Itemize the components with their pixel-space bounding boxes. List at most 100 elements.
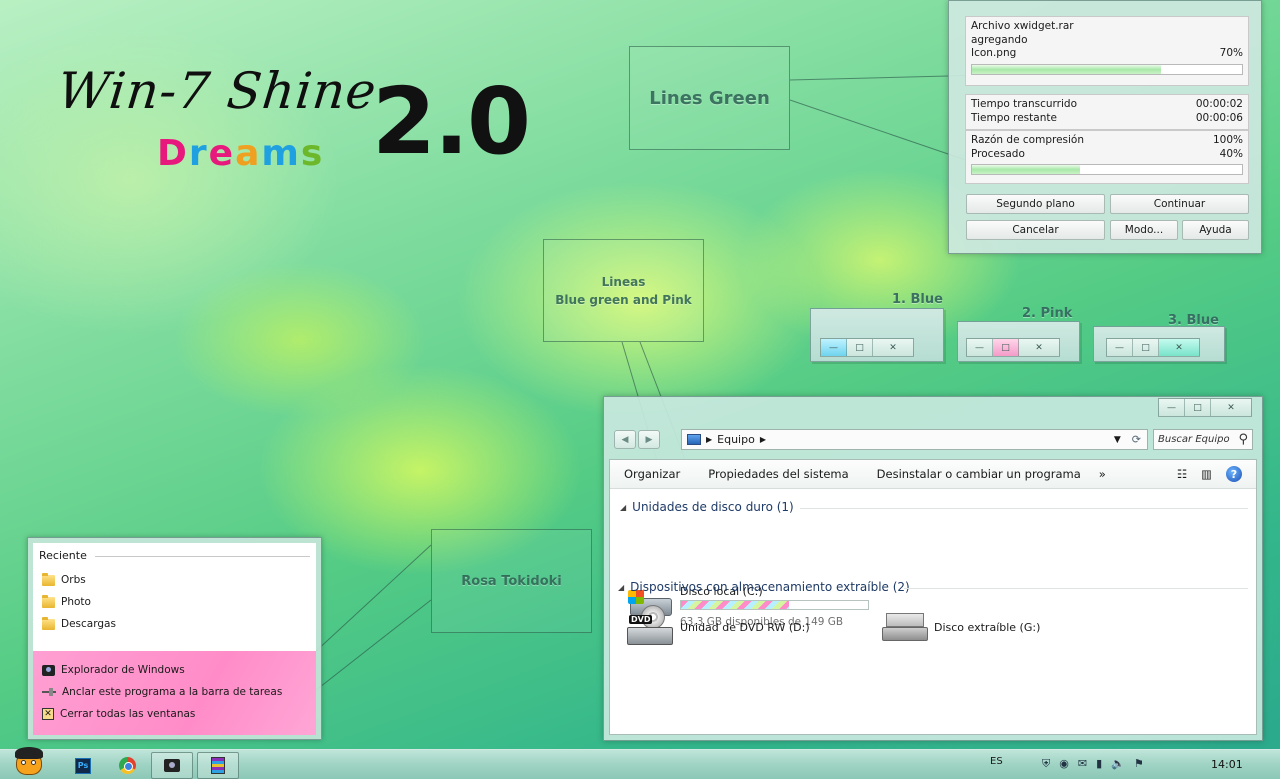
time-panel: Tiempo transcurrido 00:00:02 Tiempo rest… <box>965 94 1249 130</box>
system-properties-button[interactable]: Propiedades del sistema <box>694 467 862 481</box>
search-icon[interactable]: ⚲ <box>1238 432 1248 447</box>
breadcrumb-separator-icon[interactable]: ▶ <box>706 435 712 444</box>
breadcrumb-separator-icon[interactable]: ▶ <box>760 435 766 444</box>
group-divider <box>904 588 1248 589</box>
file-percent: 70% <box>1219 47 1243 59</box>
annotation-text: Rosa Tokidoki <box>461 573 562 589</box>
close-icon[interactable]: ✕ <box>1211 399 1251 416</box>
group-divider <box>800 508 1248 509</box>
group-removable-header[interactable]: ◢ Dispositivos con almacenamiento extraí… <box>618 580 910 594</box>
drive-bottom <box>882 627 928 641</box>
close-icon[interactable]: ✕ <box>1019 339 1059 356</box>
forward-arrow-icon[interactable]: ▶ <box>638 430 660 449</box>
task-close-all-windows[interactable]: ✕ Cerrar todas las ventanas <box>42 705 195 723</box>
continue-button[interactable]: Continuar <box>1110 194 1249 214</box>
title-dreams: Dreams <box>157 134 324 174</box>
recent-item-descargas[interactable]: Descargas <box>42 615 116 633</box>
taskbar-winrar[interactable] <box>197 752 239 779</box>
search-input[interactable]: Buscar Equipo <box>1158 434 1230 445</box>
drive-c-usage-bar <box>680 600 869 610</box>
cancel-button[interactable]: Cancelar <box>966 220 1105 240</box>
compression-progress-dialog: Archivo xwidget.rar agregando Icon.png 7… <box>948 0 1262 254</box>
task-pin-to-taskbar[interactable]: Anclar este programa a la barra de tarea… <box>42 683 282 701</box>
folder-icon <box>42 594 55 608</box>
preview-pane-icon[interactable]: ▥ <box>1201 467 1212 481</box>
dreams-letter: e <box>208 133 236 174</box>
jump-list-body: Reciente Orbs Photo Descargas Explorador… <box>33 543 316 735</box>
dvd-label: DVD <box>629 615 653 624</box>
removable-drive-icon[interactable] <box>882 613 928 643</box>
action-center-flag-icon[interactable]: ⚑ <box>1134 757 1144 771</box>
variant-buttons-2: — □ ✕ <box>966 338 1060 357</box>
back-arrow-icon[interactable]: ◀ <box>614 430 636 449</box>
maximize-icon[interactable]: □ <box>993 339 1019 356</box>
more-commands-icon[interactable]: » <box>1095 467 1110 481</box>
refresh-icon[interactable]: ⟳ <box>1126 433 1147 446</box>
recent-item-photo[interactable]: Photo <box>42 593 91 611</box>
taskbar-explorer[interactable] <box>151 752 193 779</box>
minimize-icon[interactable]: — <box>967 339 993 356</box>
dreams-letter: r <box>188 133 209 174</box>
dvd-drive-icon[interactable]: DVD <box>627 605 673 647</box>
search-box[interactable]: Buscar Equipo ⚲ <box>1153 429 1253 450</box>
language-indicator[interactable]: ES <box>990 756 1003 767</box>
navigation-buttons: ◀ ▶ <box>614 430 660 449</box>
drive-c-usage-fill <box>681 601 789 609</box>
background-button[interactable]: Segundo plano <box>966 194 1105 214</box>
dreams-letter: D <box>157 133 189 174</box>
close-icon[interactable]: ✕ <box>1159 339 1199 356</box>
annotation-text: Blue green and Pink <box>555 292 692 307</box>
minimize-icon[interactable]: — <box>1159 399 1185 416</box>
uninstall-program-button[interactable]: Desinstalar o cambiar un programa <box>863 467 1095 481</box>
address-bar[interactable]: ▶ Equipo ▶ ▼ ⟳ <box>681 429 1148 450</box>
network-icon[interactable]: ▮ <box>1096 757 1102 771</box>
recent-item-label: Orbs <box>61 574 86 586</box>
collapse-arrow-icon[interactable]: ◢ <box>620 503 626 512</box>
recent-item-orbs[interactable]: Orbs <box>42 571 86 589</box>
volume-icon[interactable]: 🔈 <box>1111 757 1125 771</box>
maximize-icon[interactable]: □ <box>1133 339 1159 356</box>
clock[interactable]: 14:01 <box>1211 758 1243 771</box>
processed-progress-bar <box>971 164 1243 175</box>
file-progress-fill <box>972 64 1161 74</box>
annotation-text: Lineas <box>601 274 646 289</box>
variant-label-1: 1. Blue <box>892 292 943 307</box>
drive-d-name[interactable]: Unidad de DVD RW (D:) <box>680 621 810 634</box>
dreams-letter: m <box>261 133 301 174</box>
breadcrumb-equipo[interactable]: Equipo <box>717 433 755 446</box>
close-icon[interactable]: ✕ <box>873 339 913 356</box>
mode-button[interactable]: Modo... <box>1110 220 1178 240</box>
drive-g-name[interactable]: Disco extraíble (G:) <box>934 621 1040 634</box>
ratio-panel: Razón de compresión 100% Procesado 40% <box>965 130 1249 184</box>
messenger-icon[interactable]: ✉ <box>1078 757 1087 771</box>
minimize-icon[interactable]: — <box>1107 339 1133 356</box>
explorer-icon <box>164 759 180 772</box>
address-dropdown-icon[interactable]: ▼ <box>1114 435 1121 445</box>
elapsed-value: 00:00:02 <box>1195 98 1243 110</box>
task-windows-explorer[interactable]: Explorador de Windows <box>42 661 185 679</box>
task-label: Anclar este programa a la barra de tarea… <box>62 686 283 698</box>
help-button[interactable]: Ayuda <box>1182 220 1249 240</box>
maximize-icon[interactable]: □ <box>847 339 873 356</box>
group-hard-drives[interactable]: ◢ Unidades de disco duro (1) <box>620 500 794 514</box>
header-divider <box>95 556 310 557</box>
organize-button[interactable]: Organizar <box>610 467 694 481</box>
help-icon[interactable]: ? <box>1226 466 1242 482</box>
taskbar-photoshop[interactable]: Ps <box>62 752 104 779</box>
processed-label: Procesado <box>971 147 1025 160</box>
jump-list-tasks: Explorador de Windows Anclar este progra… <box>33 651 316 735</box>
change-view-icon[interactable]: ☷ <box>1177 467 1187 481</box>
dreams-letter: s <box>300 133 325 174</box>
start-orb[interactable] <box>12 747 46 779</box>
taskbar-chrome[interactable] <box>106 752 148 779</box>
security-icon[interactable]: ⛨ <box>1042 757 1050 771</box>
minimize-icon[interactable]: — <box>821 339 847 356</box>
tray-shape <box>627 627 673 645</box>
archive-line: Archivo xwidget.rar <box>971 20 1074 32</box>
variant-label-2: 2. Pink <box>1022 306 1073 321</box>
winrar-icon <box>211 757 225 774</box>
remaining-value: 00:00:06 <box>1195 111 1243 124</box>
maximize-icon[interactable]: □ <box>1185 399 1211 416</box>
collapse-arrow-icon[interactable]: ◢ <box>618 583 624 592</box>
avast-icon[interactable]: ◉ <box>1059 757 1069 771</box>
